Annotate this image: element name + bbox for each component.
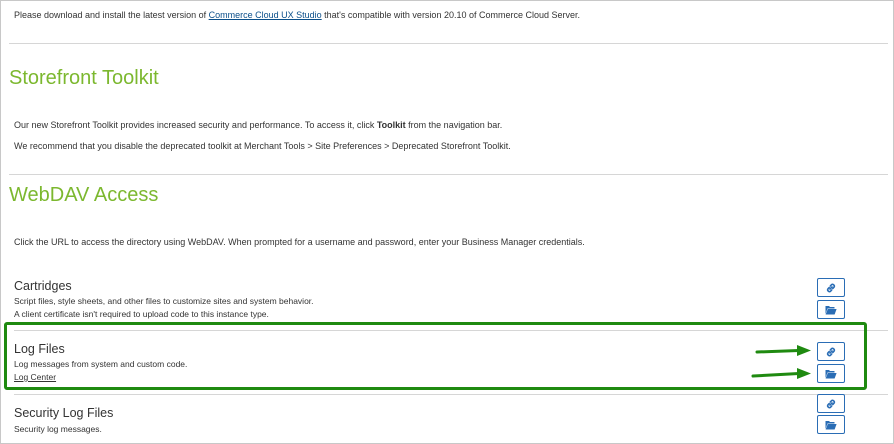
cartridges-folder-button[interactable] — [817, 300, 845, 319]
link-icon — [826, 399, 836, 408]
ux-studio-link[interactable]: Commerce Cloud UX Studio — [209, 10, 322, 20]
folder-open-icon — [825, 420, 837, 429]
divider — [9, 174, 888, 175]
link-icon — [826, 283, 836, 292]
security-log-files-desc: Security log messages. — [14, 424, 102, 434]
webdav-heading: WebDAV Access — [9, 184, 159, 206]
annotation-arrow-icon — [755, 345, 811, 356]
folder-open-icon — [825, 305, 837, 314]
toolkit-heading: Storefront Toolkit — [9, 67, 159, 89]
divider — [14, 394, 888, 395]
toolkit-recommendation: We recommend that you disable the deprec… — [14, 141, 511, 151]
intro-text: Please download and install the latest v… — [14, 10, 580, 21]
annotation-highlight-box — [4, 322, 867, 390]
toolkit-description: Our new Storefront Toolkit provides incr… — [14, 120, 502, 131]
cartridges-desc: Script files, style sheets, and other fi… — [14, 296, 314, 306]
cartridges-link-button[interactable] — [817, 278, 845, 297]
intro-prefix: Please download and install the latest v… — [14, 10, 209, 20]
security-log-link-button[interactable] — [817, 394, 845, 413]
cartridges-note: A client certificate isn't required to u… — [14, 309, 269, 319]
webdav-description: Click the URL to access the directory us… — [14, 237, 585, 247]
security-log-files-title: Security Log Files — [14, 406, 114, 420]
security-log-folder-button[interactable] — [817, 415, 845, 434]
intro-suffix: that's compatible with version 20.10 of … — [321, 10, 581, 20]
divider — [9, 43, 888, 44]
toolkit-bold: Toolkit — [376, 120, 406, 130]
annotation-arrow-icon — [751, 368, 811, 379]
toolkit-desc-prefix: Our new Storefront Toolkit provides incr… — [14, 120, 377, 130]
cartridges-title: Cartridges — [14, 279, 72, 293]
toolkit-desc-suffix: from the navigation bar. — [405, 120, 503, 130]
